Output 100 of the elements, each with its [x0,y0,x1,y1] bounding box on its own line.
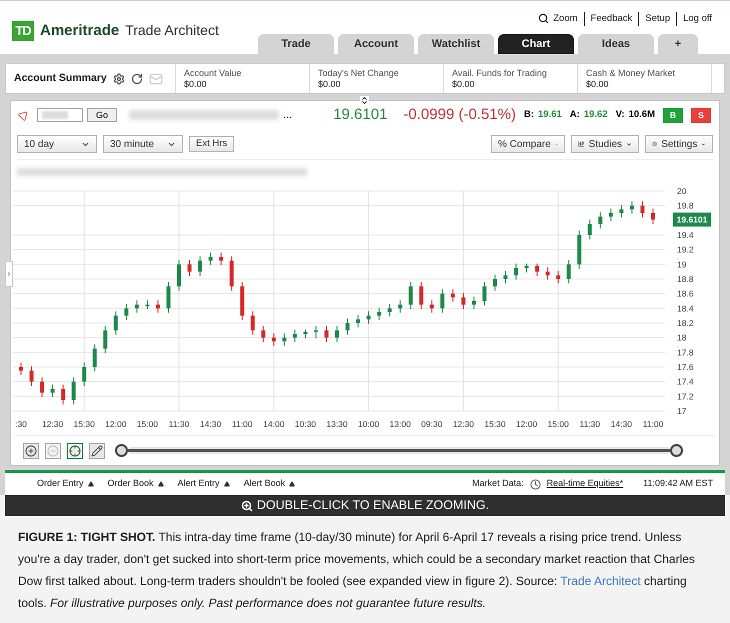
go-button[interactable]: Go [87,108,118,122]
triangle-up-icon [158,481,164,487]
crosshair-icon [69,444,81,456]
ask-price: 19.62 [584,108,608,122]
banner-text: DOUBLE-CLICK TO ENABLE ZOOMING. [256,497,490,514]
header-link[interactable]: Setup [638,12,676,26]
candle [124,303,128,321]
nav-tab[interactable]: Chart [498,34,574,54]
logo-mark: TD [12,20,34,41]
symbol-field[interactable] [37,108,83,122]
last-price: 19.6101 [333,104,388,125]
slider-handle[interactable] [115,444,128,457]
candlestick-icon [578,139,585,149]
chart-tool-button[interactable] [23,442,39,458]
candle [608,208,613,222]
candle [272,332,276,346]
zoom-banner[interactable]: DOUBLE-CLICK TO ENABLE ZOOMING. [5,495,725,516]
candle [577,230,582,270]
summary-value: $0.00 [184,79,208,90]
x-tick-label: :30 [15,419,27,429]
nav-tab[interactable]: Account [338,34,414,54]
candle [482,281,486,306]
market-data-label: Market Data: [472,477,524,490]
dropdown[interactable]: 30 minute [103,135,183,153]
y-tick-label: 17.6 [677,362,694,372]
chart-tool-button[interactable] [67,442,83,458]
panel-toggle[interactable]: Alert Book [244,477,296,491]
chart-tool-button[interactable] [89,442,105,458]
candle [388,303,392,317]
zoom-in-icon [240,500,253,512]
side-panel-toggle[interactable] [5,261,13,287]
y-tick-label: 19.2 [677,244,694,255]
header-link[interactable]: Feedback [584,12,638,26]
nav-tab[interactable]: Ideas [578,34,654,54]
nav-tab[interactable]: + [658,34,698,54]
candle [114,310,118,336]
range-slider[interactable] [128,447,670,454]
summary-label: Avail. Funds for Trading [452,68,548,80]
candle [282,332,286,346]
nav-tab[interactable]: Watchlist [418,34,494,54]
y-tick-label: 17.2 [677,391,694,402]
clock-time: 11:09:42 AM EST [643,477,713,490]
candle [219,252,224,266]
studies-dropdown[interactable]: Studies [571,135,639,153]
x-tick-label: 14:00 [263,419,284,429]
collapse-handle-icon[interactable] [360,96,369,105]
clock-icon [530,478,541,490]
x-tick-label: 11:00 [642,419,664,429]
candle [82,362,86,387]
bid-price: 19.61 [538,108,562,122]
settings-icon[interactable] [112,72,125,84]
candle [524,263,529,273]
x-tick-label: 13:30 [326,419,348,429]
dropdown[interactable]: 10 day [17,135,97,153]
slider-handle[interactable] [670,444,683,457]
sell-button[interactable]: S [691,108,711,122]
x-tick-label: 15:00 [136,419,158,429]
settings-dropdown[interactable]: Settings [645,135,713,153]
candle [261,325,266,343]
header-link[interactable]: Log off [676,12,718,26]
candle [198,256,202,277]
candle [472,296,476,310]
candle [461,292,466,310]
candle [598,212,602,229]
x-tick-label: 14:30 [610,419,632,429]
triangle-up-icon [88,481,94,487]
candle [92,344,97,372]
candle [640,200,644,218]
y-tick-label: 18.2 [677,318,694,328]
x-tick-label: 14:30 [200,419,222,429]
candle [651,208,655,224]
nav-tab[interactable]: Trade [258,34,334,54]
panel-toggle[interactable]: Order Entry [37,477,94,491]
zoom-in-icon [25,444,37,456]
panel-toggle[interactable]: Order Book [108,477,164,491]
x-tick-label: 11:30 [168,419,190,429]
dropdown[interactable]: % Compare [491,135,565,153]
x-tick-label: 15:30 [74,419,95,429]
summary-label: Today's Net Change [318,68,400,80]
header-link[interactable]: Zoom [532,12,584,26]
x-tick-label: 15:30 [484,419,506,429]
ext-hours-button[interactable]: Ext Hrs [189,136,234,152]
candle [314,325,318,339]
triangle-up-icon [289,481,296,487]
candle [166,281,170,314]
candle [408,281,413,310]
chevron-right-icon [6,270,12,278]
candle [40,376,44,398]
x-tick-label: 12:30 [452,419,474,429]
y-tick-label: 19.4 [677,230,694,240]
panel-toggle[interactable]: Alert Entry [178,477,230,491]
refresh-icon[interactable] [130,72,143,84]
candle [72,376,76,405]
source-link[interactable]: Trade Architect [560,574,641,588]
candle [177,259,181,292]
candle [324,325,328,343]
candle [356,314,360,328]
candle [230,256,234,292]
search-icon [538,13,550,24]
feed-link[interactable]: Real-time Equities* [546,477,624,491]
